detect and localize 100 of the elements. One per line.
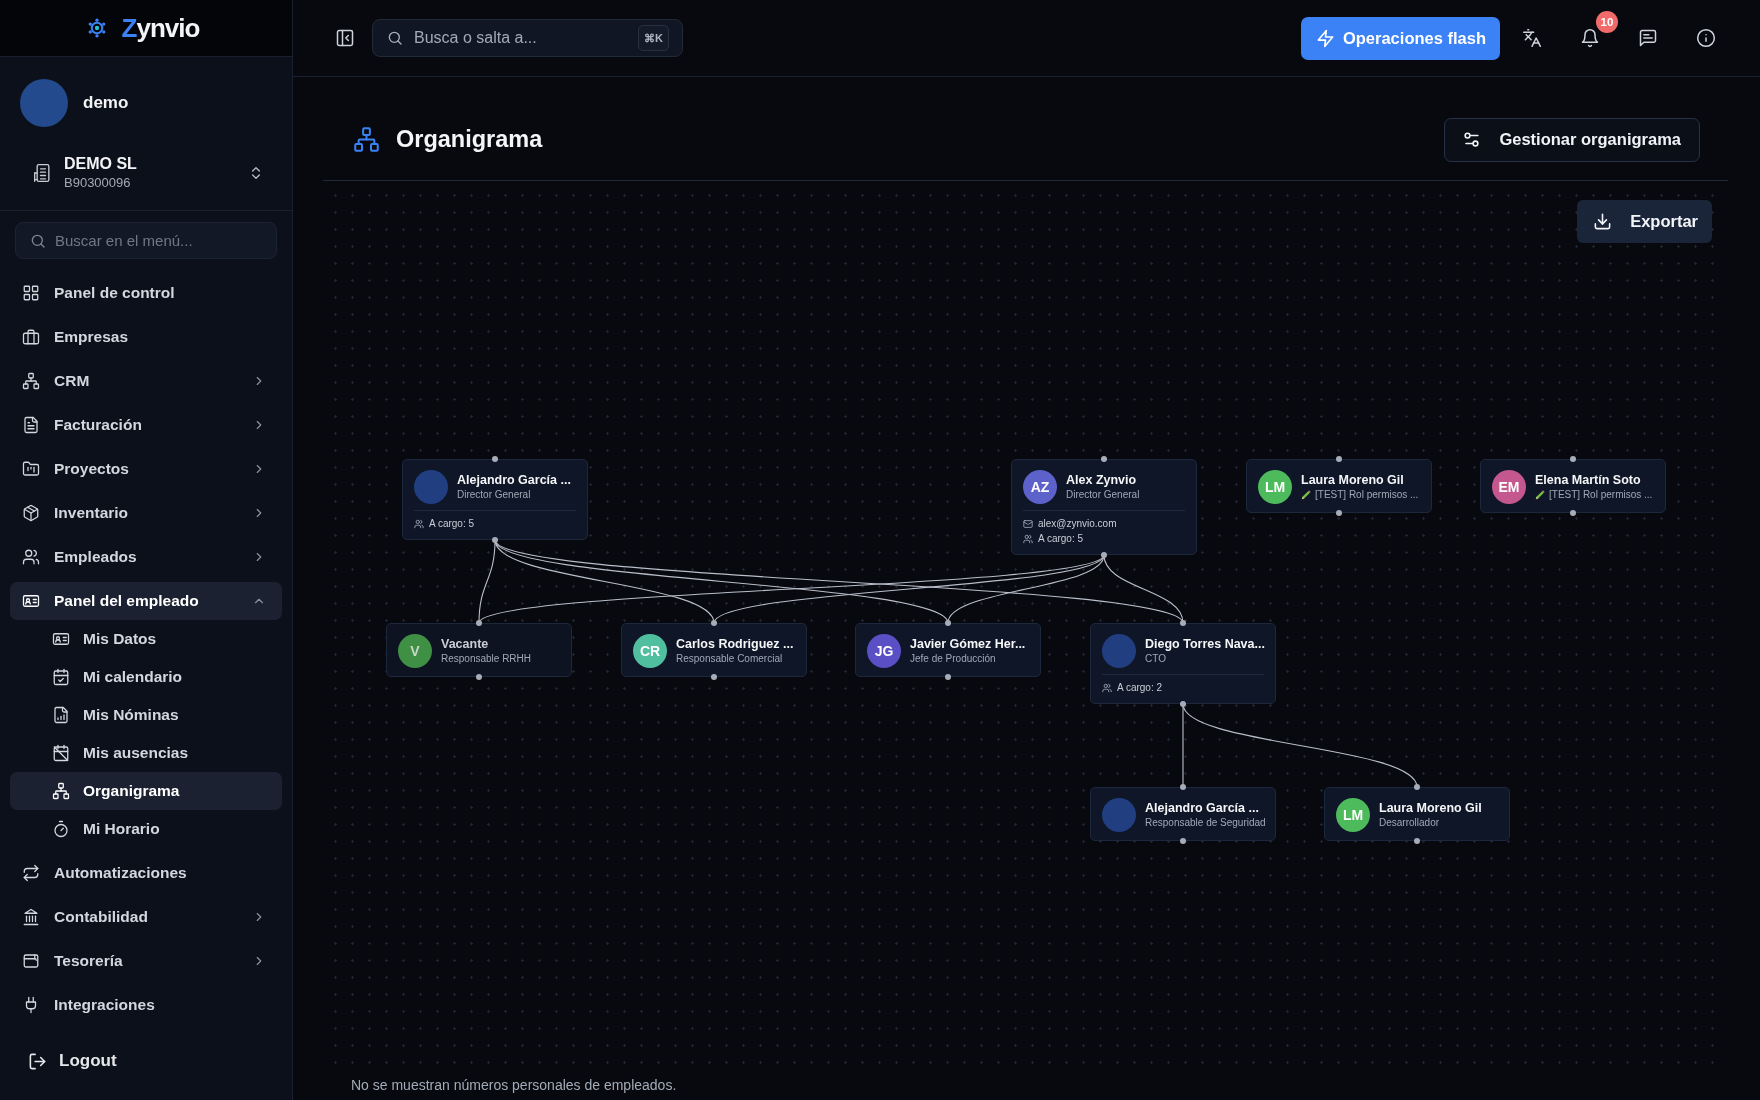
hierarchy-icon — [353, 126, 380, 153]
sidebar-item[interactable]: Empresas — [10, 318, 282, 356]
employee-card[interactable]: Alejandro García ... Responsable de Seguridad — [1090, 787, 1276, 841]
id-card-icon — [52, 630, 70, 648]
handle-dot-icon — [1414, 784, 1420, 790]
bank-icon — [22, 908, 40, 926]
handle-dot-icon — [476, 620, 482, 626]
employee-role: [TEST] Rol permisos ... — [1549, 488, 1653, 502]
sidebar-item[interactable]: Contabilidad — [10, 898, 282, 936]
sidebar-panel-icon — [335, 28, 355, 48]
avatar: AZ — [1023, 470, 1057, 504]
manage-chart-button[interactable]: Gestionar organigrama — [1444, 117, 1700, 162]
privacy-note: No se muestran números personales de empleados. — [350, 1076, 677, 1095]
handle-dot-icon — [1180, 838, 1186, 844]
keyboard-shortcut: ⌘K — [638, 25, 669, 51]
handle-dot-icon — [1570, 510, 1576, 516]
sidebar-subitem[interactable]: Mi calendario — [10, 658, 282, 696]
lightning-icon — [1315, 28, 1335, 48]
sidebar-subitem[interactable]: Mis Datos — [10, 620, 282, 658]
sidebar-subitem[interactable]: Mis ausencias — [10, 734, 282, 772]
folder-icon — [22, 460, 40, 478]
flash-operations-button[interactable]: Operaciones flash — [1300, 16, 1500, 60]
employee-role: Desarrollador — [1379, 816, 1440, 830]
company-tax-id: B90300096 — [64, 174, 132, 192]
search-icon — [387, 30, 403, 46]
people-icon — [1023, 533, 1033, 544]
export-button[interactable]: Exportar — [1577, 200, 1712, 243]
chart-document-icon — [52, 706, 70, 724]
id-card-icon — [22, 592, 40, 610]
search-icon — [30, 233, 46, 249]
logout-icon — [28, 1051, 47, 1071]
notification-count: 10 — [1596, 11, 1618, 33]
avatar-icon — [20, 79, 68, 127]
employee-card[interactable]: Diego Torres Nava... CTO A cargo: 2 — [1090, 623, 1276, 704]
handle-dot-icon — [1414, 838, 1420, 844]
sidebar-item[interactable]: Integraciones — [10, 986, 282, 1024]
employee-role: CTO — [1145, 652, 1166, 666]
handle-dot-icon — [1336, 510, 1342, 516]
employee-role: Responsable de Seguridad — [1145, 816, 1266, 830]
employee-name: Laura Moreno Gil — [1379, 800, 1482, 816]
wallet-icon — [22, 952, 40, 970]
employee-name: Elena Martín Soto — [1535, 472, 1642, 488]
handle-dot-icon — [476, 674, 482, 680]
employee-card[interactable]: Alejandro García ... Director General A cargo: 5 — [402, 459, 588, 540]
briefcase-icon — [22, 328, 40, 346]
sidebar-subitem[interactable]: Mis Nóminas — [10, 696, 282, 734]
sidebar-item[interactable]: Facturación — [10, 406, 282, 444]
sidebar-item[interactable]: Tesorería — [10, 942, 282, 980]
reports-count: A cargo: 5 — [429, 518, 475, 529]
logout-link[interactable]: Logout — [0, 1041, 127, 1081]
employee-name: Alejandro García ... — [1145, 800, 1260, 816]
page-title: Organigrama — [396, 126, 544, 153]
document-icon — [22, 416, 40, 434]
employee-role: Jefe de Producción — [910, 652, 996, 666]
employee-card[interactable]: LM Laura Moreno Gil [TEST] Rol permisos ... — [1246, 459, 1432, 513]
hierarchy-icon — [22, 372, 40, 390]
employee-card[interactable]: CR Carlos Rodriguez ... Responsable Comercial — [621, 623, 807, 677]
menu-search-field[interactable]: Buscar en el menú... — [15, 222, 277, 259]
building-icon — [33, 163, 53, 183]
sidebar-subitem[interactable]: Mi Horario — [10, 810, 282, 848]
stopwatch-icon — [52, 820, 70, 838]
user-name: demo — [83, 93, 129, 113]
handle-dot-icon — [1101, 456, 1107, 462]
handle-dot-icon — [1101, 552, 1107, 558]
employee-role: Responsable Comercial — [676, 652, 783, 666]
sidebar-item[interactable]: Empleados — [10, 538, 282, 576]
arrows-icon — [22, 864, 40, 882]
employee-card[interactable]: EM Elena Martín Soto [TEST] Rol permisos ... — [1480, 459, 1666, 513]
avatar: LM — [1336, 798, 1370, 832]
handle-dot-icon — [1180, 620, 1186, 626]
sidebar-item[interactable]: CRM — [10, 362, 282, 400]
sidebar-item[interactable]: Inventario — [10, 494, 282, 532]
employee-card[interactable]: V Vacante Responsable RRHH — [386, 623, 572, 677]
gear-icon — [86, 18, 107, 38]
employee-role: [TEST] Rol permisos ... — [1315, 488, 1419, 502]
reports-count: A cargo: 2 — [1117, 682, 1163, 693]
download-icon — [1593, 212, 1613, 231]
employee-name: Vacante — [441, 636, 490, 652]
sidebar-item[interactable]: Panel del empleado — [10, 582, 282, 620]
avatar: EM — [1492, 470, 1526, 504]
company-name: DEMO SL — [64, 154, 138, 174]
people-icon — [1102, 682, 1112, 693]
employee-role: Director General — [1066, 488, 1140, 502]
handle-dot-icon — [1180, 701, 1186, 707]
sidebar-item[interactable]: Automatizaciones — [10, 854, 282, 892]
employee-card[interactable]: AZ Alex Zynvio Director General alex@zynvio.com A cargo: 5 — [1011, 459, 1197, 555]
employee-card[interactable]: JG Javier Gómez Her... Jefe de Producción — [855, 623, 1041, 677]
translate-icon — [1522, 28, 1542, 48]
sidebar-subitem[interactable]: Organigrama — [10, 772, 282, 810]
hierarchy-icon — [52, 782, 70, 800]
handle-dot-icon — [945, 674, 951, 680]
sidebar-item[interactable]: Panel de control — [10, 274, 282, 312]
box-icon — [22, 504, 40, 522]
info-icon — [1696, 28, 1716, 48]
employee-card[interactable]: LM Laura Moreno Gil Desarrollador — [1324, 787, 1510, 841]
reports-count: A cargo: 5 — [1038, 533, 1084, 544]
sidebar-item[interactable]: Proyectos — [10, 450, 282, 488]
employee-name: Alex Zynvio — [1066, 472, 1138, 488]
handle-dot-icon — [492, 537, 498, 543]
calendar-check-icon — [52, 668, 70, 686]
